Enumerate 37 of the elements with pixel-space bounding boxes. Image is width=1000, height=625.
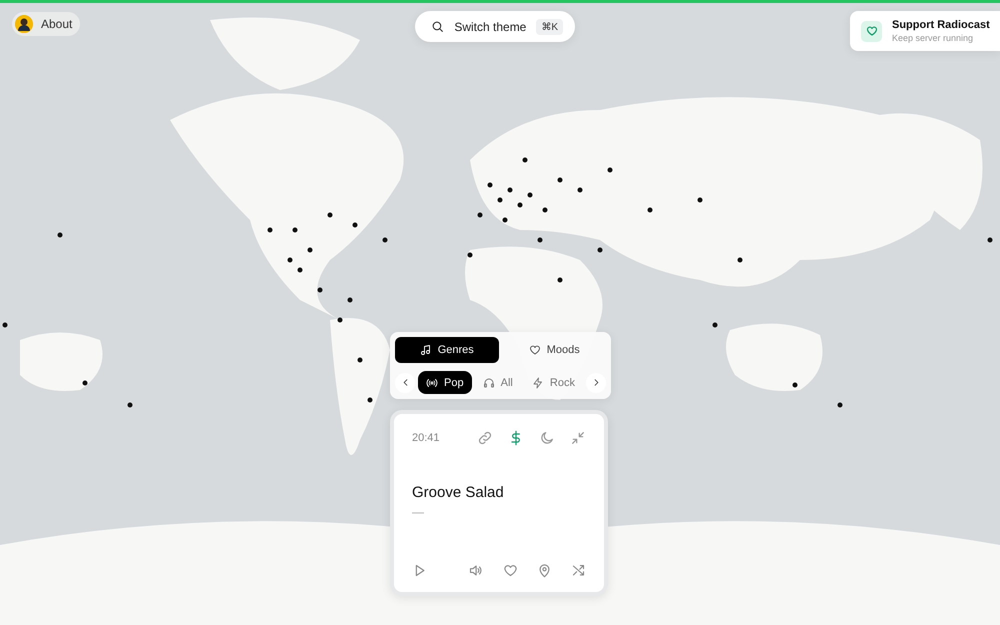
heart-button[interactable] [502,563,518,578]
about-button[interactable]: About [12,12,80,36]
genre-chip[interactable]: Pop [418,371,472,394]
avatar-icon [15,15,33,33]
heart-icon [502,563,518,578]
headphones-icon [482,376,495,388]
mode-tab[interactable]: Genres [395,337,498,363]
shuffle-button[interactable] [571,563,586,578]
collapse-icon [570,430,586,446]
search-icon [431,20,444,33]
next-button[interactable] [586,372,606,392]
support-card[interactable]: Support Radiocast Keep server running [850,11,1000,51]
clock-time: 20:41 [412,432,441,444]
heart-icon [528,344,541,356]
station-title: Groove Salad [412,484,505,501]
artist-text: — [412,505,425,519]
volume-icon [468,563,484,578]
mode-tab[interactable]: Moods [502,337,606,363]
collapse-button[interactable] [570,430,586,446]
broadcast-icon [426,376,438,388]
shuffle-icon [571,563,586,578]
link-button[interactable] [477,430,493,446]
lightning-icon [532,376,544,388]
genre-chip[interactable]: All [474,371,521,394]
location-pin-button[interactable] [536,563,552,578]
support-title: Support Radiocast [892,19,990,31]
moon-button[interactable] [539,430,555,446]
genre-chip[interactable]: Rock [524,371,583,394]
switch-theme-button[interactable]: Switch theme ⌘K [415,11,576,42]
moon-icon [539,430,555,446]
music-note-icon [420,344,432,356]
support-subtitle: Keep server running [892,33,974,43]
link-icon [477,430,493,446]
volume-button[interactable] [468,563,484,578]
location-pin-icon [536,563,552,578]
previous-button[interactable] [395,372,415,392]
shortcut-hint: ⌘K [536,18,564,34]
